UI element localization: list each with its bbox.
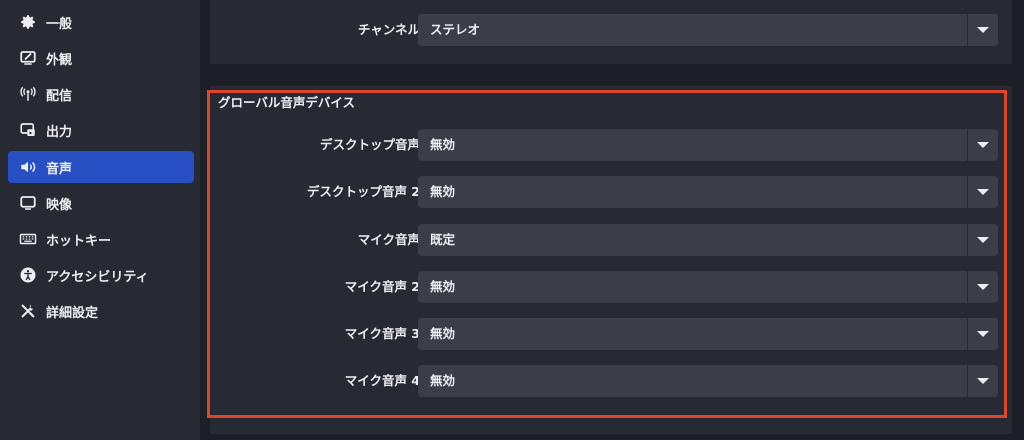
sidebar-item-label: 詳細設定 (46, 305, 99, 321)
sidebar-item-label: 一般 (46, 16, 73, 32)
antenna-icon (18, 84, 38, 104)
desktop-audio-2-select[interactable]: 無効 (418, 176, 998, 208)
sidebar-item-label: ホットキー (46, 233, 112, 249)
select-separator (967, 224, 968, 256)
select-separator (967, 271, 968, 303)
select-value: 無効 (430, 373, 456, 388)
mic-audio-2-select[interactable]: 無効 (418, 271, 998, 303)
sidebar-item-output[interactable]: 出力 (8, 114, 194, 146)
select-separator (967, 176, 968, 208)
mic-audio-2-row: マイク音声 2 無効 (210, 271, 1012, 303)
row-label: マイク音声 2 (344, 279, 420, 294)
sidebar-item-label: 映像 (46, 197, 73, 213)
select-separator (967, 14, 968, 46)
channel-row: チャンネル ステレオ (210, 14, 1012, 46)
chevron-down-icon (977, 237, 989, 243)
select-value: 無効 (430, 279, 456, 294)
mic-audio-3-row: マイク音声 3 無効 (210, 318, 1012, 350)
select-value: 無効 (430, 184, 456, 199)
sidebar-item-label: 出力 (46, 124, 73, 140)
group-title: グローバル音声デバイス (218, 95, 356, 110)
chevron-down-icon (977, 378, 989, 384)
sidebar-item-label: 音声 (46, 161, 73, 177)
chevron-down-icon (977, 189, 989, 195)
channel-value: ステレオ (430, 22, 481, 37)
sidebar-item-label: 配信 (46, 88, 73, 104)
sidebar-item-appearance[interactable]: 外観 (8, 42, 194, 74)
row-label: マイク音声 3 (344, 326, 420, 341)
select-separator (967, 129, 968, 161)
sidebar-item-video[interactable]: 映像 (8, 187, 194, 219)
general-audio-panel: チャンネル ステレオ (210, 0, 1012, 64)
select-separator (967, 365, 968, 397)
sidebar-item-advanced[interactable]: 詳細設定 (8, 295, 194, 327)
global-audio-devices-panel: グローバル音声デバイス デスクトップ音声 無効 デスクトップ音声 2 無効 マイ… (210, 86, 1012, 434)
settings-sidebar: 一般 外観 配信 出力 音声 映像 ホットキー アクセシビリティ 詳細設定 (0, 0, 200, 440)
chevron-down-icon (977, 331, 989, 337)
mic-audio-4-row: マイク音声 4 無効 (210, 365, 1012, 397)
mic-audio-row: マイク音声 既定 (210, 224, 1012, 256)
accessibility-icon (18, 265, 38, 285)
appearance-icon (18, 48, 38, 68)
sidebar-item-accessibility[interactable]: アクセシビリティ (8, 259, 194, 291)
monitor-icon (18, 193, 38, 213)
select-value: 無効 (430, 137, 456, 152)
chevron-down-icon (977, 27, 989, 33)
sidebar-item-audio[interactable]: 音声 (8, 151, 194, 183)
mic-audio-4-select[interactable]: 無効 (418, 365, 998, 397)
keyboard-icon (18, 229, 38, 249)
select-value: 既定 (430, 232, 456, 247)
row-label: マイク音声 (357, 232, 420, 247)
select-value: 無効 (430, 326, 456, 341)
channel-select[interactable]: ステレオ (418, 14, 998, 46)
select-separator (967, 318, 968, 350)
row-label: デスクトップ音声 (319, 137, 420, 152)
desktop-audio-row: デスクトップ音声 無効 (210, 129, 1012, 161)
sidebar-item-stream[interactable]: 配信 (8, 78, 194, 110)
tools-icon (18, 301, 38, 321)
speaker-icon (18, 157, 38, 177)
row-label: デスクトップ音声 2 (306, 184, 420, 199)
mic-audio-3-select[interactable]: 無効 (418, 318, 998, 350)
chevron-down-icon (977, 142, 989, 148)
channel-label: チャンネル (357, 22, 420, 37)
sidebar-item-general[interactable]: 一般 (8, 6, 194, 38)
mic-audio-select[interactable]: 既定 (418, 224, 998, 256)
panel-divider (200, 0, 210, 440)
output-icon (18, 120, 38, 140)
chevron-down-icon (977, 284, 989, 290)
desktop-audio-2-row: デスクトップ音声 2 無効 (210, 176, 1012, 208)
row-label: マイク音声 4 (344, 373, 420, 388)
sidebar-item-label: 外観 (46, 52, 73, 68)
desktop-audio-select[interactable]: 無効 (418, 129, 998, 161)
sidebar-item-hotkeys[interactable]: ホットキー (8, 223, 194, 255)
sidebar-item-label: アクセシビリティ (46, 269, 149, 285)
gear-icon (18, 12, 38, 32)
